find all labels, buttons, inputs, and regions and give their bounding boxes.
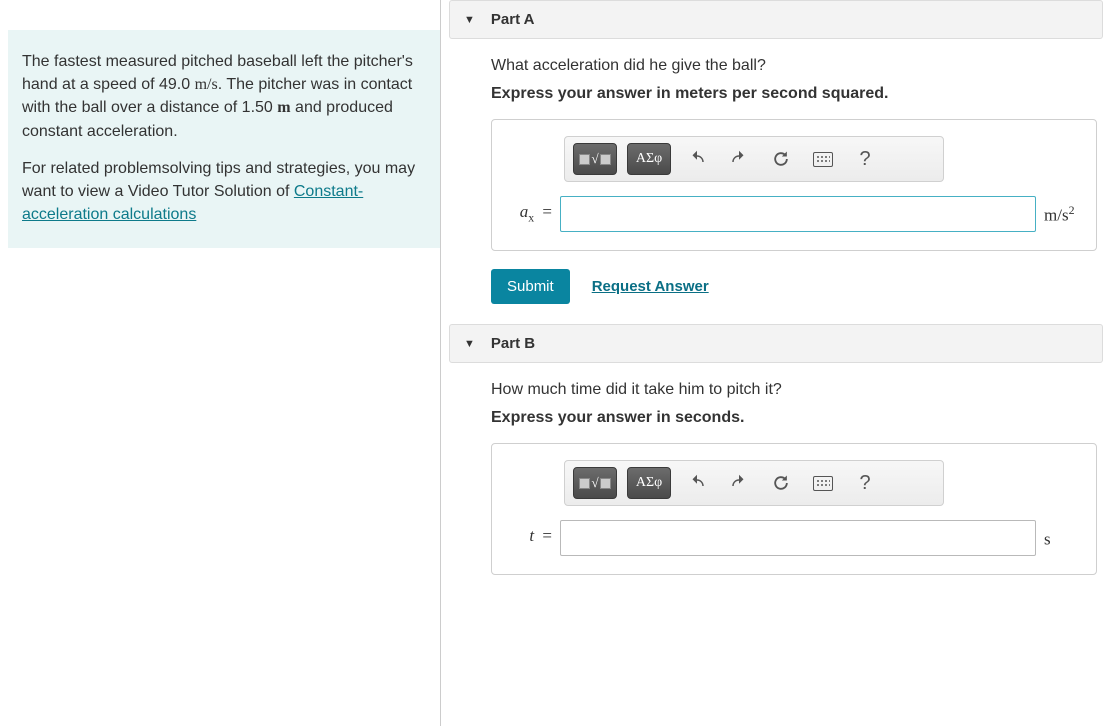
template-root-icon: √ (579, 475, 610, 491)
page: The fastest measured pitched baseball le… (0, 0, 1111, 726)
keyboard-button[interactable] (807, 467, 839, 499)
greek-symbols-button[interactable]: ΑΣφ (627, 143, 671, 175)
templates-button[interactable]: √ (573, 467, 617, 499)
undo-icon (688, 150, 706, 168)
answer-input[interactable] (560, 520, 1036, 556)
reset-button[interactable] (765, 467, 797, 499)
intro-paragraph-1: The fastest measured pitched baseball le… (22, 50, 422, 143)
problem-intro: The fastest measured pitched baseball le… (8, 30, 440, 248)
submit-button[interactable]: Submit (491, 269, 570, 304)
redo-button[interactable] (723, 143, 755, 175)
part-b: ▼ Part B How much time did it take him t… (449, 324, 1103, 575)
redo-button[interactable] (723, 467, 755, 499)
input-row: t = s (504, 520, 1084, 556)
action-row: Submit Request Answer (491, 269, 1097, 304)
equation-toolbar: √ ΑΣφ (564, 460, 944, 506)
reset-icon (771, 473, 791, 493)
intro-paragraph-2: For related problemsolving tips and stra… (22, 157, 422, 227)
undo-button[interactable] (681, 143, 713, 175)
reset-icon (771, 149, 791, 169)
answer-input[interactable] (560, 196, 1036, 232)
intro-unit: m/s (195, 76, 218, 93)
undo-button[interactable] (681, 467, 713, 499)
keyboard-icon (813, 476, 833, 491)
caret-down-icon: ▼ (464, 14, 475, 26)
units-label: m/s2 (1044, 203, 1084, 226)
instruction-text: Express your answer in seconds. (491, 409, 1097, 427)
greek-symbols-button[interactable]: ΑΣφ (627, 467, 671, 499)
part-a-body: What acceleration did he give the ball? … (449, 39, 1103, 304)
part-title: Part B (491, 335, 535, 352)
variable-label: ax = (504, 202, 552, 225)
input-row: ax = m/s2 (504, 196, 1084, 232)
template-root-icon: √ (579, 151, 610, 167)
request-answer-link[interactable]: Request Answer (592, 278, 709, 295)
part-title: Part A (491, 11, 535, 28)
left-column: The fastest measured pitched baseball le… (0, 0, 440, 726)
right-column: ▼ Part A What acceleration did he give t… (440, 0, 1111, 726)
part-a: ▼ Part A What acceleration did he give t… (449, 0, 1103, 304)
caret-down-icon: ▼ (464, 338, 475, 350)
part-a-header[interactable]: ▼ Part A (449, 0, 1103, 39)
intro-unit: m (277, 99, 290, 116)
reset-button[interactable] (765, 143, 797, 175)
keyboard-button[interactable] (807, 143, 839, 175)
help-button[interactable]: ? (849, 467, 881, 499)
keyboard-icon (813, 152, 833, 167)
equation-toolbar: √ ΑΣφ (564, 136, 944, 182)
instruction-text: Express your answer in meters per second… (491, 85, 1097, 103)
variable-label: t = (504, 526, 552, 549)
help-button[interactable]: ? (849, 143, 881, 175)
part-b-header[interactable]: ▼ Part B (449, 324, 1103, 363)
redo-icon (730, 150, 748, 168)
question-text: What acceleration did he give the ball? (491, 57, 1097, 75)
redo-icon (730, 474, 748, 492)
question-text: How much time did it take him to pitch i… (491, 381, 1097, 399)
units-label: s (1044, 527, 1084, 550)
templates-button[interactable]: √ (573, 143, 617, 175)
part-b-body: How much time did it take him to pitch i… (449, 363, 1103, 575)
undo-icon (688, 474, 706, 492)
answer-panel: √ ΑΣφ (491, 443, 1097, 575)
answer-panel: √ ΑΣφ (491, 119, 1097, 251)
